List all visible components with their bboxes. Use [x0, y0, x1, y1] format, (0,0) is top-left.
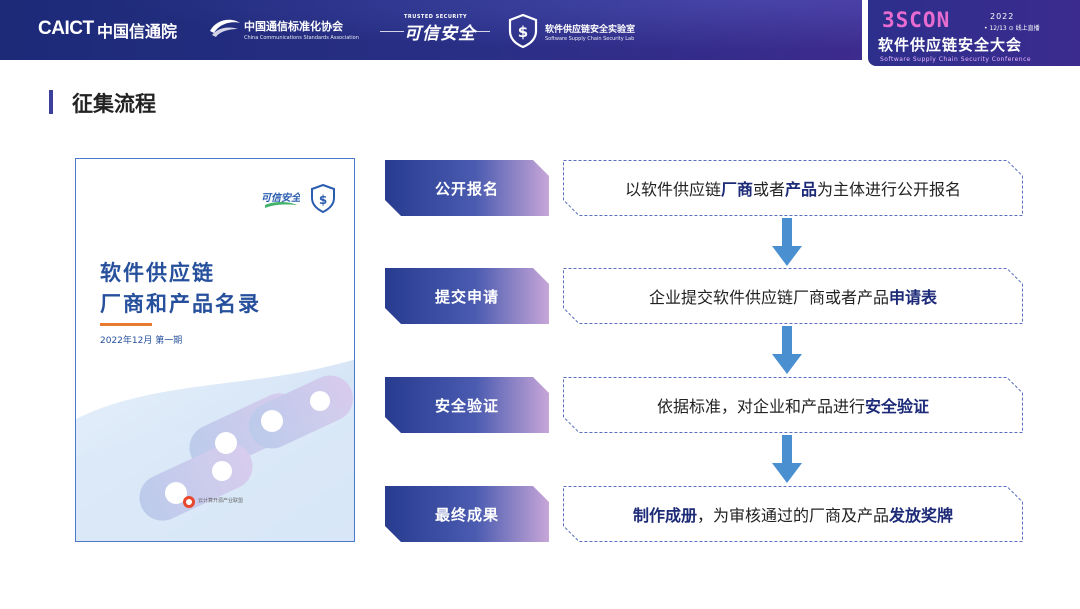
step-4-highlight-award: 发放奖牌 [889, 506, 954, 525]
svg-text:$: $ [319, 193, 327, 207]
down-arrow-icon [772, 218, 802, 266]
step-1-text-1: 以软件供应链 [624, 180, 721, 199]
step-2-description: 企业提交软件供应链厂商或者产品 申请表 [563, 268, 1023, 324]
conference-year: 2022 [990, 12, 1015, 21]
down-arrow-icon [772, 326, 802, 374]
step-3-text-1: 依据标准，对企业和产品进行 [656, 397, 865, 416]
step-1-text-3: 为主体进行公开报名 [817, 180, 962, 199]
trusted-security-cover-logo: 可信安全 [262, 192, 300, 208]
step-3-label: 安全验证 [385, 377, 549, 433]
shield-dollar-icon: $ [311, 184, 335, 214]
conference-date: • 12/13 ⊙ 线上直播 [984, 25, 1040, 32]
step-2-label: 提交申请 [385, 268, 549, 324]
down-arrow-icon [772, 435, 802, 483]
title-accent-bar [49, 90, 53, 114]
svg-text:$: $ [518, 23, 528, 41]
step-4-text-1: ，为审核通过的厂商及产品 [696, 506, 889, 525]
cover-title-underline [100, 323, 152, 326]
caict-cn-name: 中国信通院 [97, 22, 178, 41]
step-2-highlight-form: 申请表 [889, 288, 938, 307]
page-title: 征集流程 [72, 92, 156, 116]
ccsa-en-name: China Communications Standards Associati… [244, 35, 359, 41]
catalog-cover: 可信安全 $ 软件供应链 厂商和产品名录 2022年12月 第一期 云计算开源产… [75, 158, 355, 542]
trusted-line-left [380, 31, 404, 32]
ccsa-cn-name: 中国通信标准化协会 [244, 20, 343, 33]
caict-logo: CAICT [38, 18, 94, 39]
lab-en-name: Software Supply Chain Security Lab [545, 36, 635, 42]
cover-publisher: 云计算开源产业联盟 [198, 498, 244, 504]
step-1-description: 以软件供应链 厂商 或者 产品 为主体进行公开报名 [563, 160, 1023, 216]
shield-dollar-icon: $ [508, 14, 538, 48]
trusted-security-logo: 可信安全 [404, 24, 476, 44]
step-4-highlight-booklet: 制作成册 [632, 506, 697, 525]
conference-subtitle: Software Supply Chain Security Conferenc… [880, 56, 1032, 63]
ccsa-swoosh-icon [210, 19, 240, 37]
step-1-text-2: 或者 [752, 180, 785, 199]
step-1-highlight-vendor: 厂商 [720, 180, 753, 199]
conference-title: 软件供应链安全大会 [878, 36, 1023, 54]
step-2-text-1: 企业提交软件供应链厂商或者产品 [648, 288, 889, 307]
slide: CAICT 中国信通院 中国通信标准化协会 China Communicatio… [0, 0, 1080, 609]
conference-name: 3SCON [882, 8, 951, 32]
step-1-highlight-product: 产品 [785, 180, 818, 199]
step-3-highlight-verify: 安全验证 [865, 397, 930, 416]
step-1-label: 公开报名 [385, 160, 549, 216]
step-4-description: 制作成册 ，为审核通过的厂商及产品 发放奖牌 [563, 486, 1023, 542]
cover-title-line2: 厂商和产品名录 [100, 292, 261, 316]
chain-link-icon [76, 359, 354, 541]
step-3-description: 依据标准，对企业和产品进行 安全验证 [563, 377, 1023, 433]
step-4-label: 最终成果 [385, 486, 549, 542]
cover-title-line1: 软件供应链 [100, 261, 215, 285]
cover-date: 2022年12月 第一期 [100, 336, 183, 346]
lab-cn-name: 软件供应链安全实验室 [545, 25, 636, 35]
